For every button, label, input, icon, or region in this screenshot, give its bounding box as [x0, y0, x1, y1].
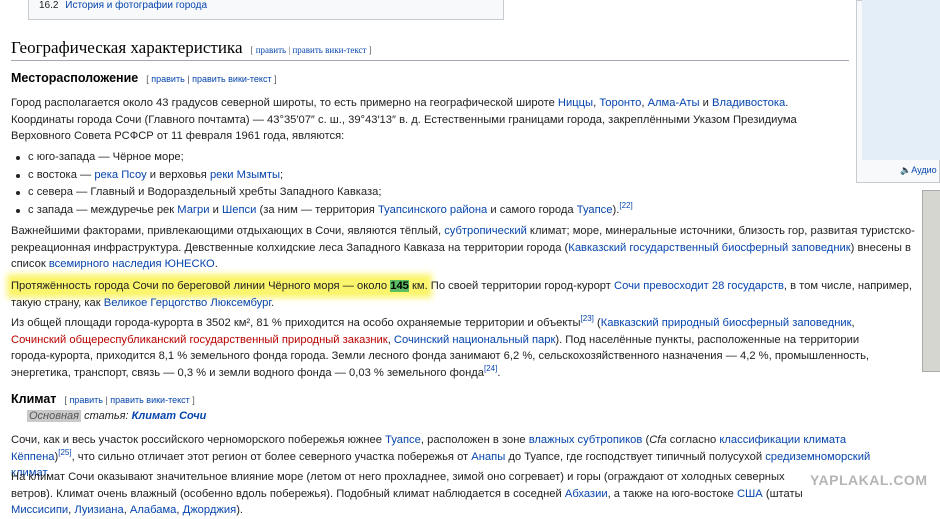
- link-sochi-countries[interactable]: Сочи превосходит 28 государств: [614, 280, 784, 292]
- ref-24[interactable]: [24]: [484, 364, 497, 373]
- link-national-park[interactable]: Сочинский национальный парк: [394, 334, 555, 346]
- audio-link[interactable]: 🔈Аудио: [900, 165, 937, 176]
- ref-23[interactable]: [23]: [581, 314, 594, 323]
- link-nice[interactable]: Ниццы: [558, 97, 593, 109]
- link-alabama[interactable]: Алабама: [130, 504, 177, 516]
- climate-title: Климат: [11, 392, 57, 406]
- link-unesco[interactable]: всемирного наследия ЮНЕСКО: [49, 258, 215, 270]
- edit-wiki-link[interactable]: править вики-текст: [292, 45, 366, 55]
- paragraph-area: Из общей площади города-курорта в 3502 к…: [11, 314, 870, 379]
- link-subtropical[interactable]: субтропический: [444, 225, 527, 237]
- link-mzymta[interactable]: реки Мзымты: [210, 169, 280, 181]
- list-item: с востока — река Псоу и верховья реки Мз…: [11, 167, 633, 185]
- ref-25[interactable]: [25]: [58, 448, 71, 457]
- section-heading: Географическая характеристика [ править |…: [11, 38, 849, 61]
- link-psou[interactable]: река Псоу: [94, 169, 146, 181]
- paragraph-factors: Важнейшими факторами, привлекающими отды…: [11, 225, 915, 270]
- link-tuapse[interactable]: Туапсе: [577, 204, 613, 216]
- edit-link[interactable]: править: [256, 45, 286, 55]
- link-magri[interactable]: Магри: [177, 204, 209, 216]
- paragraph-length: Протяжённость города Сочи по береговой л…: [11, 278, 913, 309]
- highlight: Протяжённость города Сочи по береговой л…: [11, 278, 428, 294]
- speaker-icon: 🔈: [900, 165, 912, 175]
- link-anapa[interactable]: Анапы: [471, 451, 505, 463]
- link-tuapse[interactable]: Туапсе: [385, 434, 421, 446]
- watermark: YAPLAKAL.COM: [810, 472, 928, 488]
- edit-link[interactable]: править: [69, 395, 103, 405]
- list-item: с запада — междуречье рек Магри и Шепси …: [11, 202, 633, 220]
- link-shepsi[interactable]: Шепси: [222, 204, 256, 216]
- link-vladivostok[interactable]: Владивостока: [712, 97, 785, 109]
- main-article-note: Основная статья: Климат Сочи: [27, 410, 207, 422]
- link-almaty[interactable]: Алма-Аты: [648, 97, 700, 109]
- location-title: Месторасположение: [11, 71, 139, 85]
- climate-heading: Климат [ править | править вики-текст ]: [11, 392, 195, 406]
- location-heading: Месторасположение [ править | править вик…: [11, 71, 277, 85]
- edit-wiki-link[interactable]: править вики-текст: [192, 74, 271, 84]
- ref-22[interactable]: [22]: [619, 201, 632, 210]
- link-abkhazia[interactable]: Абхазии: [565, 488, 608, 500]
- table-of-contents: 16.2 История и фотографии города: [28, 0, 504, 20]
- list-item: с севера — Главный и Водораздельный хреб…: [11, 184, 633, 202]
- link-georgia[interactable]: Джорджия: [183, 504, 237, 516]
- edit-link[interactable]: править: [151, 74, 185, 84]
- toc-link[interactable]: История и фотографии города: [65, 0, 207, 11]
- edit-links: [ править | править вики-текст ]: [146, 74, 277, 84]
- paragraph-coordinates: Город располагается около 43 градусов се…: [11, 97, 797, 142]
- edit-links: [ править | править вики-текст ]: [250, 45, 372, 55]
- highlighted-number: 145: [390, 280, 409, 292]
- edit-wiki-link[interactable]: править вики-текст: [110, 395, 189, 405]
- link-caucasus-reserve[interactable]: Кавказский государственный биосферный за…: [568, 242, 850, 254]
- link-tuapse-district[interactable]: Туапсинского района: [378, 204, 487, 216]
- link-climate-sochi[interactable]: Климат Сочи: [132, 410, 207, 422]
- paragraph-climate-influence: На климат Сочи оказывают значительное вл…: [11, 471, 803, 516]
- link-mississippi[interactable]: Миссисипи: [11, 504, 68, 516]
- map-image[interactable]: [862, 0, 940, 160]
- link-usa[interactable]: США: [737, 488, 763, 500]
- section-title: Географическая характеристика: [11, 38, 243, 57]
- link-luxembourg[interactable]: Великое Герцогство Люксембург: [104, 297, 271, 309]
- link-louisiana[interactable]: Луизиана: [74, 504, 123, 516]
- link-humid-subtropics[interactable]: влажных субтропиков: [529, 434, 643, 446]
- toc-number: 16.2: [39, 0, 59, 11]
- edit-links: [ править | править вики-текст ]: [64, 395, 195, 405]
- thumbnail-image[interactable]: [922, 190, 940, 372]
- borders-list: с юго-запада — Чёрное море; с востока — …: [11, 149, 633, 220]
- link-sochi-sanctuary[interactable]: Сочинский общереспубликанский государств…: [11, 334, 388, 346]
- link-biosphere-reserve[interactable]: Кавказский природный биосферный заповедн…: [601, 317, 852, 329]
- link-toronto[interactable]: Торонто: [599, 97, 641, 109]
- list-item: с юго-запада — Чёрное море;: [11, 149, 633, 167]
